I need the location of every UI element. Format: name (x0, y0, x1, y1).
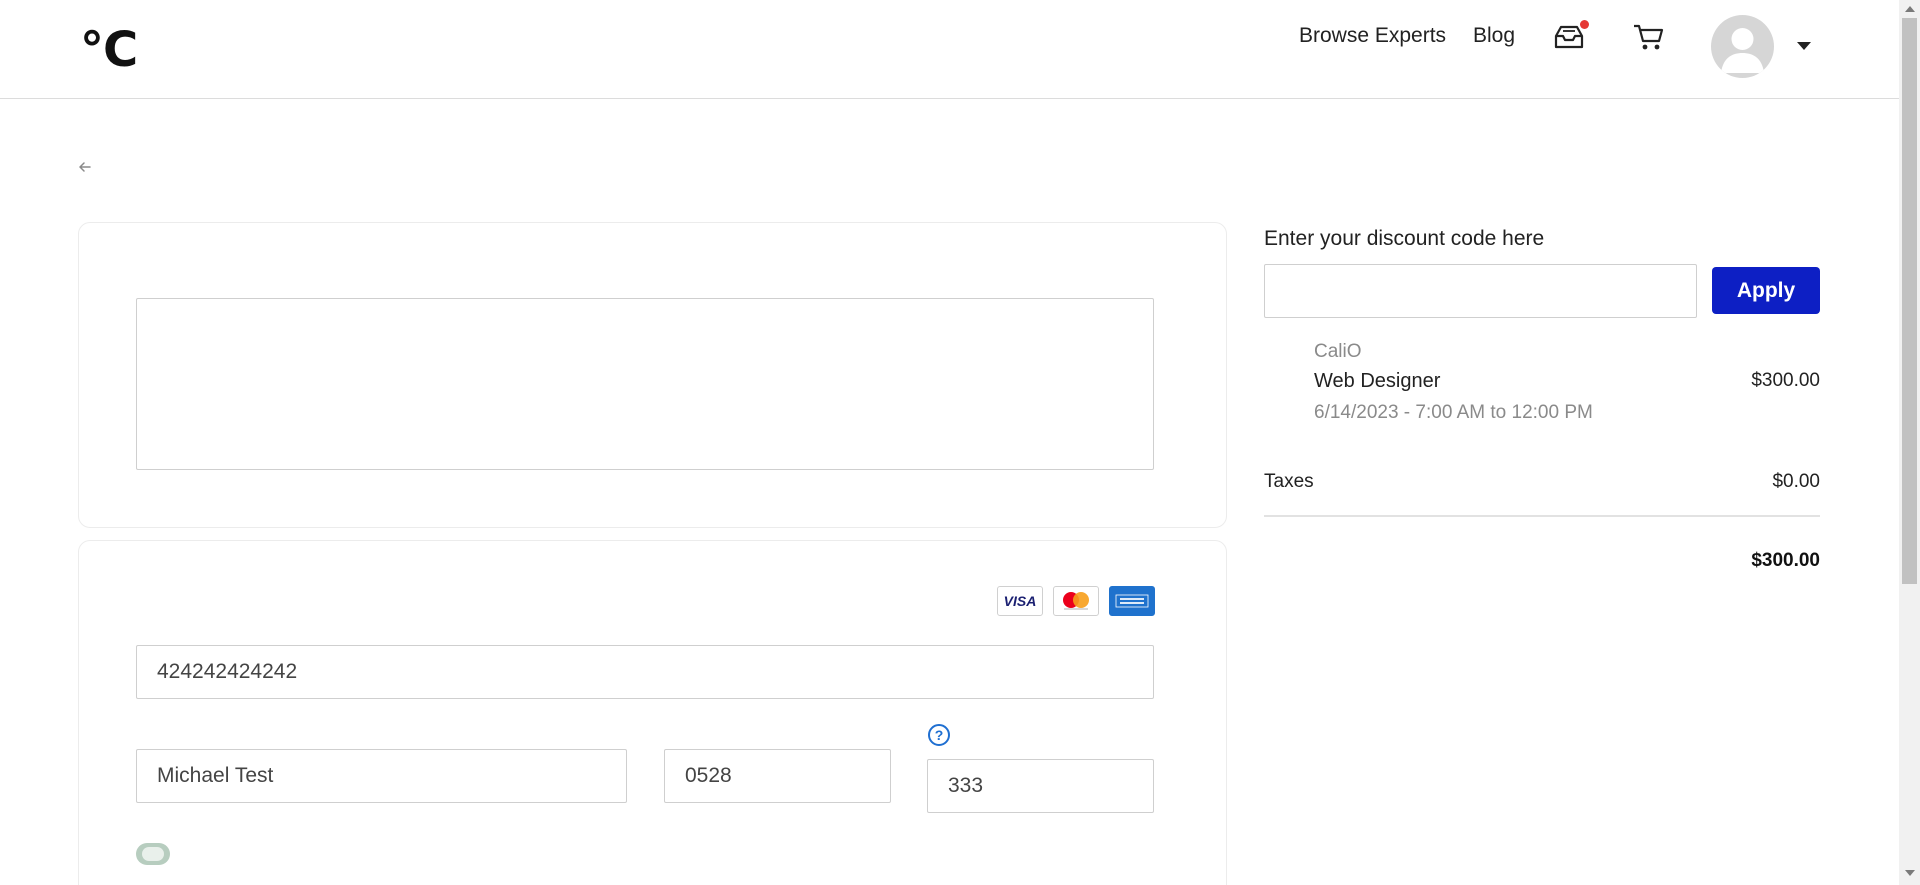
visa-icon: VISA (997, 586, 1043, 616)
user-avatar[interactable] (1711, 15, 1774, 78)
mastercard-icon (1053, 586, 1099, 616)
back-arrow-icon[interactable] (76, 158, 94, 176)
svg-text:VISA: VISA (1004, 593, 1037, 609)
nav-blog-link[interactable]: Blog (1473, 22, 1515, 50)
scroll-up-arrow-icon[interactable] (1905, 6, 1915, 12)
cvc-field[interactable]: 333 (927, 759, 1154, 813)
nav-browse-experts-link[interactable]: Browse Experts (1299, 22, 1446, 50)
save-card-toggle[interactable] (136, 843, 170, 865)
amex-icon (1109, 586, 1155, 616)
order-item-title: Web Designer (1314, 370, 1441, 392)
toggle-knob (142, 847, 164, 861)
payment-card: VISA 424242424242 Michael Test 0528 ? 33… (78, 540, 1227, 885)
page-scrollbar[interactable] (1899, 0, 1920, 885)
order-total: $300.00 (1751, 550, 1820, 571)
top-navbar: °C Browse Experts Blog (0, 0, 1899, 99)
scroll-down-arrow-icon[interactable] (1905, 870, 1915, 876)
card-number-field[interactable]: 424242424242 (136, 645, 1154, 699)
discount-code-input[interactable] (1264, 264, 1697, 318)
summary-divider (1264, 515, 1820, 517)
cart-icon[interactable] (1632, 22, 1666, 52)
cvc-help-icon[interactable]: ? (928, 724, 950, 746)
message-textarea[interactable] (136, 298, 1154, 470)
booking-details-card (78, 222, 1227, 528)
user-menu-caret-icon[interactable] (1797, 42, 1811, 50)
apply-discount-button[interactable]: Apply (1712, 267, 1820, 314)
site-logo[interactable]: °C (80, 22, 138, 78)
notification-dot (1580, 20, 1589, 29)
expiry-date-field[interactable]: 0528 (664, 749, 891, 803)
order-item-price: $300.00 (1751, 370, 1820, 391)
accepted-cards: VISA (997, 586, 1155, 616)
scrollbar-thumb[interactable] (1902, 18, 1917, 584)
discount-code-label: Enter your discount code here (1264, 227, 1545, 250)
taxes-label: Taxes (1264, 471, 1314, 492)
order-item-date: 6/14/2023 - 7:00 AM to 12:00 PM (1314, 402, 1593, 423)
order-item-brand: CaliO (1314, 341, 1362, 362)
cardholder-name-field[interactable]: Michael Test (136, 749, 627, 803)
taxes-value: $0.00 (1772, 471, 1820, 492)
